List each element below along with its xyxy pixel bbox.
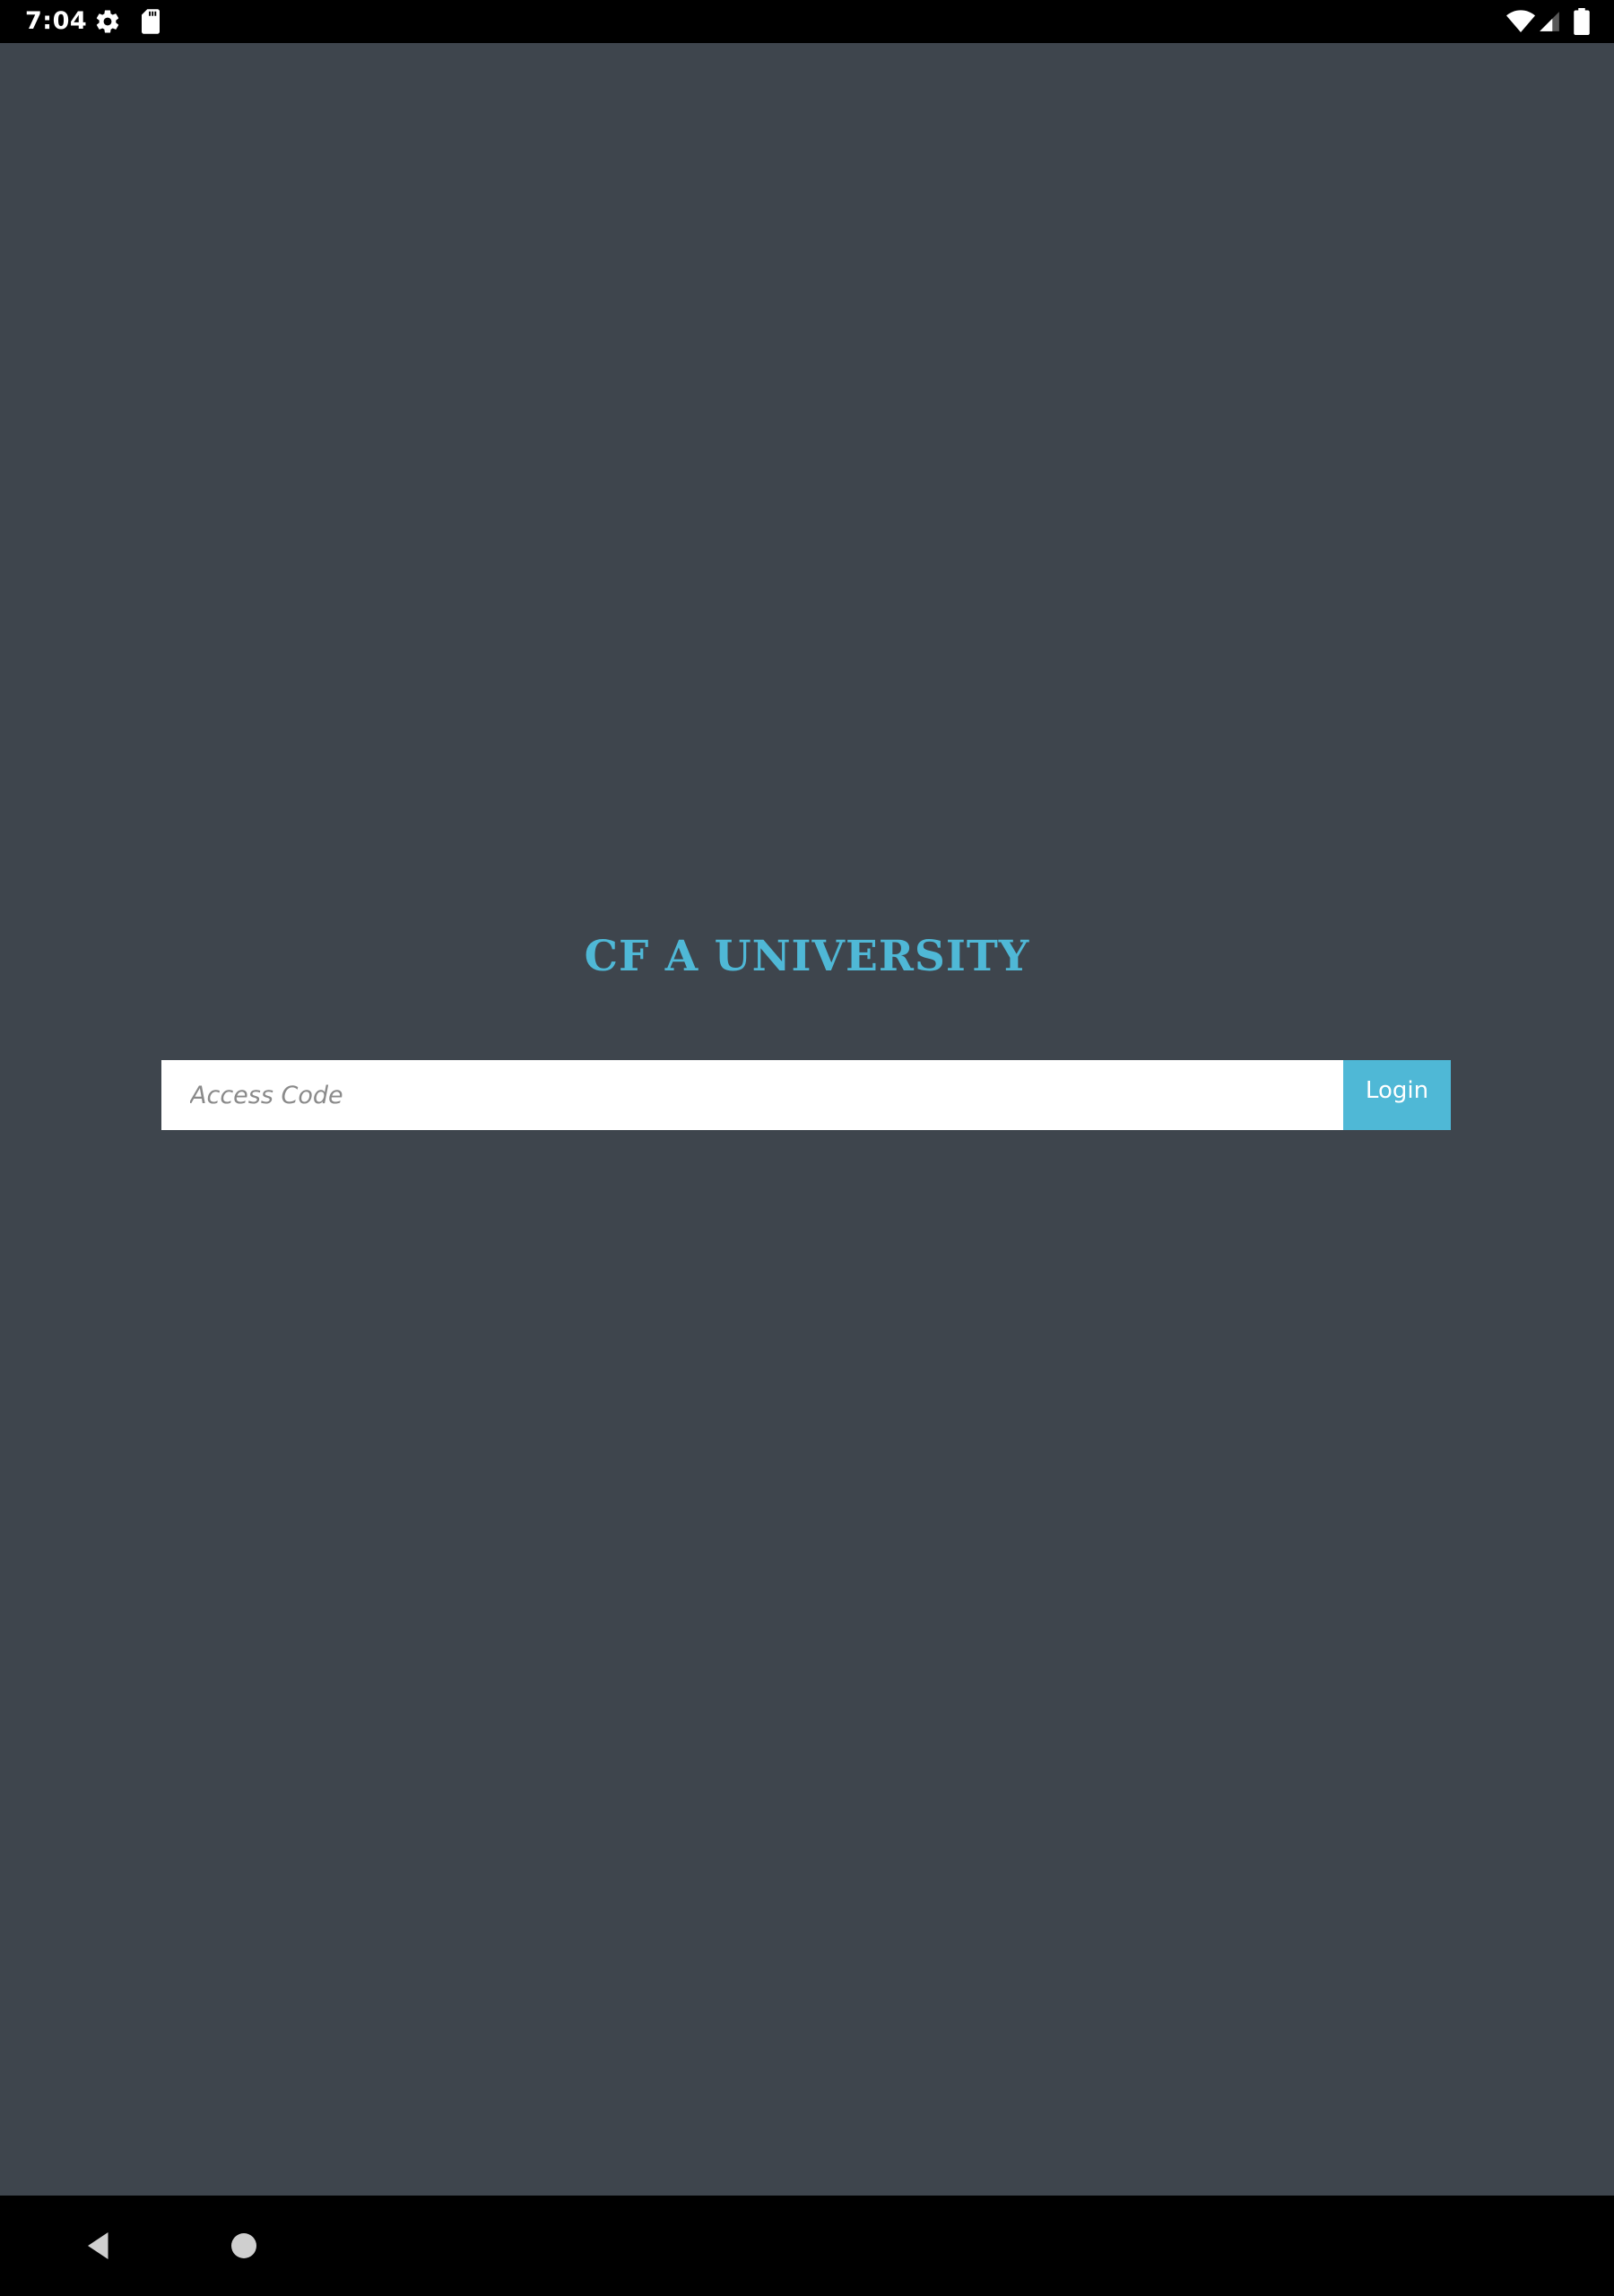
home-icon[interactable] — [231, 2233, 256, 2258]
status-bar: 7:04 — [0, 0, 1614, 43]
app-title: CF A UNIVERSITY — [584, 932, 1030, 981]
cell-signal-icon — [1535, 7, 1564, 36]
sd-card-icon — [136, 7, 165, 36]
login-button[interactable]: Login — [1343, 1060, 1451, 1130]
access-code-input[interactable] — [161, 1060, 1343, 1130]
battery-icon — [1567, 7, 1596, 36]
login-screen: 7:04 CF A UNIVERSITY Access Code Login — [0, 0, 1614, 2296]
back-icon[interactable] — [82, 2230, 115, 2262]
login-form: Login — [161, 1060, 1451, 1130]
gear-icon — [93, 7, 122, 36]
status-time: 7:04 — [25, 7, 88, 35]
wifi-icon — [1506, 7, 1535, 36]
navigation-bar — [0, 2196, 1614, 2296]
